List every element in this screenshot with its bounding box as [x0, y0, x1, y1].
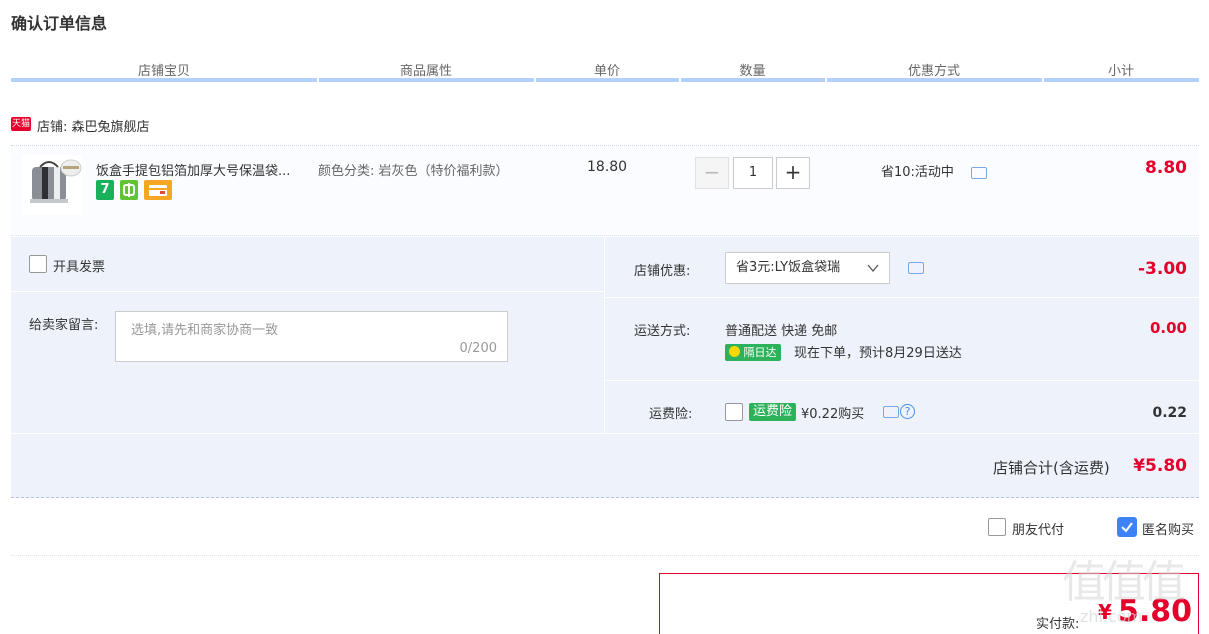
divider [11, 555, 1199, 556]
insurance-checkbox[interactable] [725, 403, 743, 421]
insurance-badge: 运费险 [749, 403, 797, 421]
unit-price: 18.80 [587, 159, 628, 175]
invoice-checkbox[interactable] [29, 255, 47, 273]
help-icon[interactable]: ? [900, 404, 915, 419]
insurance-price: ¥0.22购买 [801, 407, 865, 422]
product-thumbnail[interactable] [22, 155, 82, 215]
promotion-text: 省10:活动中 [881, 165, 954, 180]
friend-pay-checkbox[interactable] [988, 518, 1006, 536]
seller-message-input[interactable]: 选填,请先和商家协商一致 0/200 [115, 311, 508, 362]
chevron-down-icon [867, 264, 879, 273]
shop-discount-label: 店铺优惠: [634, 264, 691, 279]
shop-name-link[interactable]: 店铺: 森巴兔旗舰店 [37, 116, 150, 135]
service-badge-icon [120, 180, 138, 200]
card-payment-badge-icon [144, 180, 172, 200]
anonymous-label: 匿名购买 [1142, 523, 1195, 538]
watermark-url: zhi.com [1080, 607, 1143, 626]
seller-message-label: 给卖家留言: [29, 318, 99, 333]
shipping-method: 普通配送 快递 免邮 [725, 324, 838, 339]
column-header-shop-item: 店铺宝贝 [137, 64, 190, 79]
next-day-badge: 隔日达 [725, 344, 781, 361]
chat-icon[interactable] [908, 262, 924, 274]
column-header-subtotal: 小计 [1107, 64, 1134, 79]
tmall-badge: 天猫 [11, 117, 31, 131]
insurance-label: 运费险: [649, 407, 693, 422]
divider [605, 380, 1199, 381]
shipping-label: 运送方式: [634, 324, 691, 339]
divider [605, 297, 1199, 298]
item-subtotal: 8.80 [1145, 158, 1187, 178]
next-day-badge-text: 隔日达 [743, 346, 777, 359]
shop-discount-select[interactable]: 省3元:LY饭盒袋瑞 [725, 252, 890, 284]
column-header-unit-price: 单价 [593, 64, 620, 79]
product-attribute: 颜色分类: 岩灰色（特价福利款） [318, 164, 509, 179]
shipping-amount: 0.00 [1149, 319, 1187, 337]
insurance-amount: 0.22 [1152, 405, 1187, 421]
order-costs-panel [605, 237, 1199, 433]
page-title: 确认订单信息 [11, 14, 108, 33]
quantity-input[interactable]: 1 [733, 157, 773, 189]
chat-icon[interactable] [971, 167, 987, 179]
column-header-quantity: 数量 [739, 64, 766, 79]
column-header-bar [11, 78, 1199, 82]
delivery-eta: 现在下单，预计8月29日送达 [794, 346, 962, 361]
watermark-logo: 值值值 [1062, 557, 1186, 608]
shop-total-label: 店铺合计(含运费) [993, 459, 1110, 477]
seven-day-return-badge: 7 [96, 180, 114, 200]
column-header-discount: 优惠方式 [907, 64, 960, 79]
anonymous-checkbox[interactable] [1117, 517, 1137, 537]
payment-label: 实付款: [1036, 617, 1080, 632]
product-name-link[interactable]: 饭盒手提包铝箔加厚大号保温袋... [96, 160, 312, 179]
column-header-attributes: 商品属性 [399, 64, 452, 79]
checkmark-icon [1121, 522, 1133, 533]
invoice-label: 开具发票 [53, 260, 106, 275]
divider [11, 291, 604, 292]
shop-discount-amount: -3.00 [1138, 259, 1187, 279]
quantity-decrease-button[interactable]: − [695, 157, 729, 189]
quantity-increase-button[interactable]: + [776, 157, 810, 189]
shop-discount-selected: 省3元:LY饭盒袋瑞 [736, 260, 841, 275]
seller-message-placeholder: 选填,请先和商家协商一致 [131, 323, 279, 338]
character-counter: 0/200 [459, 341, 497, 356]
shop-total-amount: ¥5.80 [1133, 456, 1187, 476]
chat-icon[interactable] [883, 406, 899, 418]
lightning-icon [729, 346, 740, 357]
friend-pay-label: 朋友代付 [1012, 523, 1065, 538]
